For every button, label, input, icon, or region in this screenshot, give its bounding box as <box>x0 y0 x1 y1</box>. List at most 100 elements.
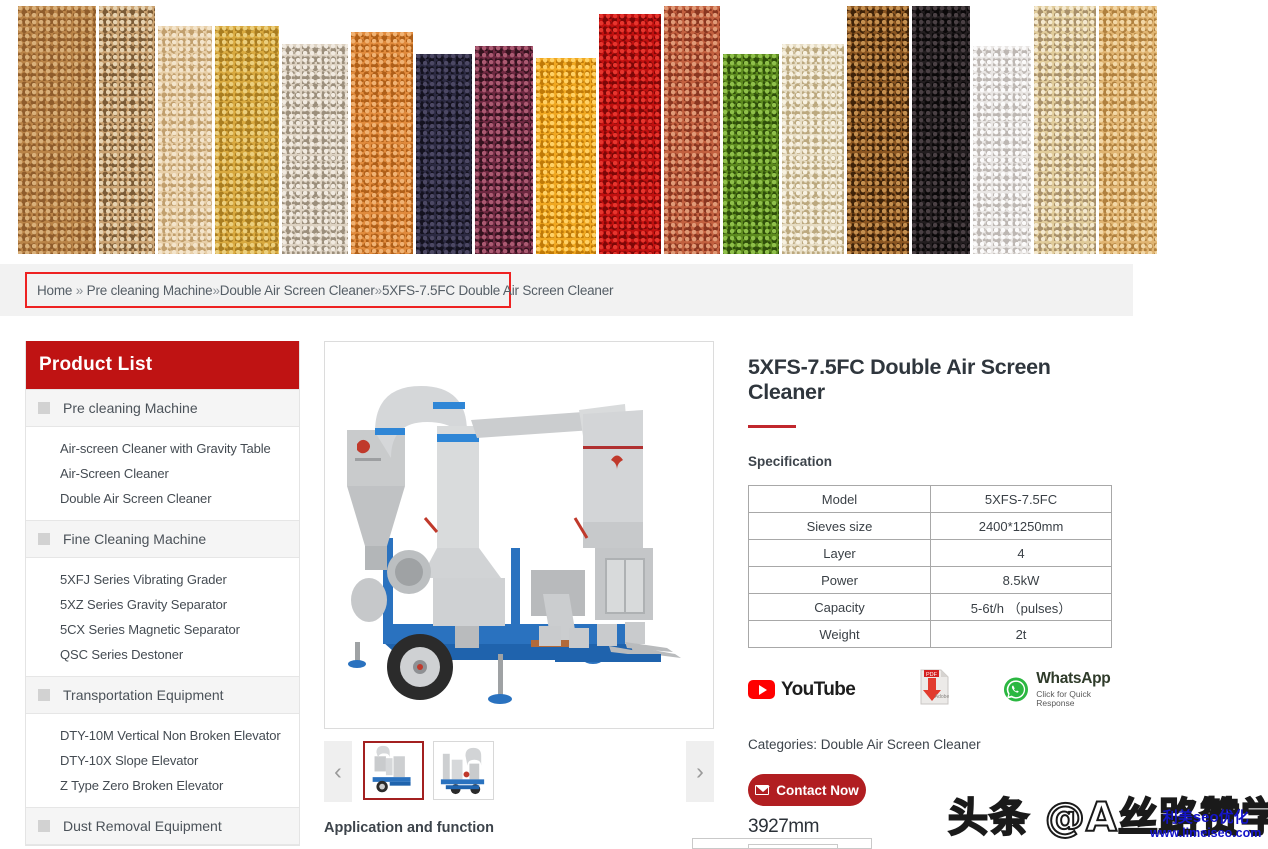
grain-varieties-banner <box>0 0 1268 258</box>
title-underline-rule <box>748 425 796 428</box>
spec-value: 8.5kW <box>930 566 1112 594</box>
breadcrumb-level-1[interactable]: Pre cleaning Machine <box>87 283 213 298</box>
product-detail-panel: 5XFS-7.5FC Double Air Screen Cleaner Spe… <box>748 355 1128 806</box>
whatsapp-sublabel: Click for Quick Response <box>1036 688 1092 708</box>
table-row: Power 8.5kW <box>748 566 1112 594</box>
sidebar-group-items-1: 5XFJ Series Vibrating Grader 5XZ Series G… <box>26 558 299 676</box>
banner-strip-group <box>18 0 1157 254</box>
banner-strip-white-bean <box>973 46 1031 254</box>
table-row: Layer 4 <box>748 539 1112 567</box>
banner-strip-cashew <box>782 44 844 254</box>
sidebar-group-items-0: Air-screen Cleaner with Gravity Table Air… <box>26 427 299 520</box>
banner-strip-almond <box>351 32 413 254</box>
carousel-next-icon[interactable]: › <box>686 741 714 802</box>
spec-key: Model <box>748 485 931 513</box>
dimension-label: 3927mm <box>748 816 819 837</box>
dimension-drawing-placeholder <box>748 844 838 849</box>
sidebar-group-label: Fine Cleaning Machine <box>63 531 207 547</box>
resource-links-row: YouTube PDF Adobe WhatsApp Click for Qui… <box>748 668 1128 711</box>
thumbnail-1[interactable] <box>363 741 424 800</box>
table-row: Capacity 5-6t/h （pulses） <box>748 593 1112 621</box>
breadcrumb-sep-3: » <box>374 282 383 298</box>
sidebar-item[interactable]: 5CX Series Magnetic Separator <box>26 617 299 642</box>
sidebar-group-label: Dust Removal Equipment <box>63 818 222 834</box>
sidebar-item[interactable]: Air-Screen Cleaner <box>26 461 299 486</box>
minus-square-icon <box>38 533 50 545</box>
machine-illustration <box>325 342 713 728</box>
seo-watermark: 利美seo优化 www.limeiseo.com <box>1150 809 1262 840</box>
banner-strip-black-bean <box>416 54 472 254</box>
breadcrumb[interactable]: Home » Pre cleaning Machine»Double Air S… <box>27 282 614 298</box>
table-row: Weight 2t <box>748 620 1112 648</box>
thumbnail-2[interactable] <box>433 741 494 800</box>
sidebar-item[interactable]: 5XFJ Series Vibrating Grader <box>26 567 299 592</box>
page-title: 5XFS-7.5FC Double Air Screen Cleaner <box>748 355 1051 404</box>
contact-now-label: Contact Now <box>776 782 859 798</box>
banner-strip-pistachio <box>1034 6 1096 254</box>
banner-strip-black-sesame <box>912 6 970 254</box>
spec-value: 2400*1250mm <box>930 512 1112 540</box>
banner-strip-wheat <box>18 6 96 254</box>
whatsapp-icon <box>1004 677 1029 702</box>
spec-value: 4 <box>930 539 1112 567</box>
spec-value: 5-6t/h （pulses） <box>930 593 1112 621</box>
sidebar-item[interactable]: Z Type Zero Broken Elevator <box>26 773 299 798</box>
sidebar-group-header-1[interactable]: Fine Cleaning Machine <box>26 520 299 558</box>
sidebar-group-header-3[interactable]: Dust Removal Equipment <box>26 807 299 845</box>
specification-label: Specification <box>748 454 833 469</box>
seo-watermark-line-2: www.limeiseo.com <box>1150 825 1262 840</box>
sidebar-group-label: Transportation Equipment <box>63 687 224 703</box>
youtube-label: YouTube <box>781 678 856 700</box>
sidebar-item[interactable]: DTY-10X Slope Elevator <box>26 748 299 773</box>
breadcrumb-home[interactable]: Home <box>37 283 72 298</box>
specification-table: Model 5XFS-7.5FC Sieves size 2400*1250mm Lay… <box>748 485 1112 648</box>
banner-strip-mung-bean <box>723 54 779 254</box>
sidebar-item[interactable]: Air-screen Cleaner with Gravity Table <box>26 436 299 461</box>
spec-key: Power <box>748 566 931 594</box>
sidebar-group-items-2: DTY-10M Vertical Non Broken Elevator DTY-… <box>26 714 299 807</box>
product-list-sidebar: Product List Pre cleaning Machine Air-scr… <box>25 341 300 846</box>
spec-key: Layer <box>748 539 931 567</box>
pdf-download-glyph: PDF Adobe <box>920 669 950 705</box>
pdf-download-icon[interactable]: PDF Adobe <box>915 668 953 711</box>
spec-value: 5XFS-7.5FC <box>930 485 1112 513</box>
banner-strip-sunflower <box>282 44 348 254</box>
spec-key: Sieves size <box>748 512 931 540</box>
banner-strip-kidney-bean <box>475 46 533 254</box>
banner-strip-walnut <box>847 6 909 254</box>
banner-strip-buckwheat <box>664 6 720 254</box>
spec-key: Capacity <box>748 593 931 621</box>
sidebar-item[interactable]: 5XZ Series Gravity Separator <box>26 592 299 617</box>
sidebar-item[interactable]: QSC Series Destoner <box>26 642 299 667</box>
minus-square-icon <box>38 820 50 832</box>
sidebar-group-label: Pre cleaning Machine <box>63 400 198 416</box>
youtube-icon <box>748 680 775 699</box>
spec-key: Weight <box>748 620 931 648</box>
sidebar-item[interactable]: Double Air Screen Cleaner <box>26 486 299 511</box>
breadcrumb-sep-2: » <box>212 282 220 298</box>
breadcrumb-highlight-box: Home » Pre cleaning Machine»Double Air S… <box>25 272 614 308</box>
youtube-link[interactable]: YouTube <box>748 678 856 701</box>
table-row: Model 5XFS-7.5FC <box>748 485 1112 513</box>
sidebar-item[interactable]: DTY-10M Vertical Non Broken Elevator <box>26 723 299 748</box>
whatsapp-link[interactable]: WhatsApp Click for Quick Response <box>1003 671 1128 707</box>
banner-strip-red-bean <box>599 14 661 254</box>
sidebar-group-header-2[interactable]: Transportation Equipment <box>26 676 299 714</box>
application-heading: Application and function <box>324 820 494 836</box>
sidebar-group-header-0[interactable]: Pre cleaning Machine <box>26 389 299 427</box>
whatsapp-label: WhatsApp <box>1036 670 1111 688</box>
envelope-icon <box>755 785 771 795</box>
breadcrumb-level-2[interactable]: Double Air Screen Cleaner <box>220 283 375 298</box>
banner-strip-millet <box>99 6 155 254</box>
carousel-prev-icon[interactable]: ‹ <box>324 741 352 802</box>
contact-now-button[interactable]: Contact Now <box>748 774 866 806</box>
sidebar-title: Product List <box>26 341 299 389</box>
seo-watermark-line-1: 利美seo优化 <box>1162 809 1249 826</box>
thumbnail-carousel[interactable]: ‹ › <box>324 741 714 802</box>
thumbnail-strip <box>352 741 686 802</box>
product-main-image[interactable] <box>324 341 714 729</box>
minus-square-icon <box>38 402 50 414</box>
categories-text[interactable]: Categories: Double Air Screen Cleaner <box>748 737 1128 752</box>
breadcrumb-sep-1: » <box>72 282 87 298</box>
sidebar-group-container: Pre cleaning Machine Air-screen Cleaner w… <box>26 389 299 845</box>
